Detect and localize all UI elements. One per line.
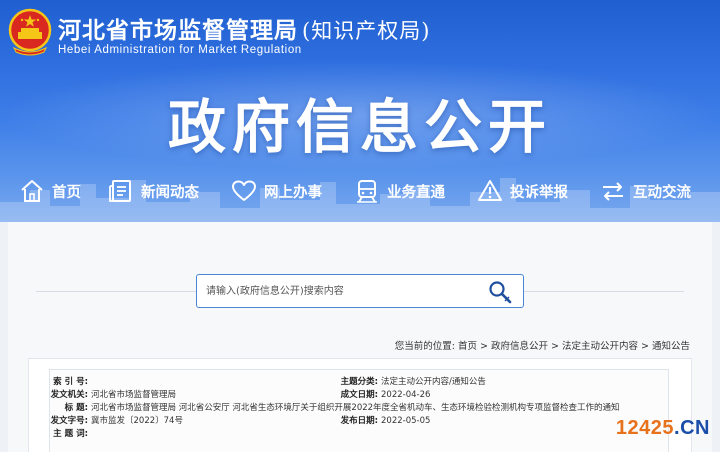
search-box <box>196 274 524 308</box>
nav-item-news[interactable]: 新闻动态 <box>107 176 199 206</box>
breadcrumb-prefix: 您当前的位置: <box>394 341 455 352</box>
nav-label-home: 首页 <box>52 184 81 201</box>
nav-item-business[interactable]: 业务直通 <box>353 176 445 206</box>
breadcrumb-item-notices[interactable]: 通知公告 <box>652 341 690 352</box>
breadcrumb-separator: > <box>476 341 491 352</box>
info-row-doc-number: 发文字号: 冀市监发〔2022〕74号 发布日期: 2022-05-05 <box>50 415 670 427</box>
nav-item-interaction[interactable]: 互动交流 <box>599 176 691 206</box>
search-input[interactable] <box>197 276 467 306</box>
info-row-keywords: 主 题 词: <box>50 428 670 440</box>
nav-label-business: 业务直通 <box>387 184 445 201</box>
content-area: 您当前的位置: 首页 > 政府信息公开 > 法定主动公开内容 > 通知公告 索 … <box>8 222 712 452</box>
nav-label-complaint: 投诉举报 <box>510 184 568 201</box>
site-title-english: Hebei Administration for Market Regulati… <box>58 44 302 56</box>
national-emblem-icon <box>8 8 52 56</box>
nav-item-complaint[interactable]: 投诉举报 <box>476 176 568 206</box>
nav-item-online-service[interactable]: 网上办事 <box>230 176 322 206</box>
search-divider-left <box>36 291 196 292</box>
warning-icon <box>478 180 502 201</box>
breadcrumb-item-info-disclosure[interactable]: 政府信息公开 <box>491 341 548 352</box>
breadcrumb: 您当前的位置: 首页 > 政府信息公开 > 法定主动公开内容 > 通知公告 <box>395 338 690 352</box>
home-icon <box>21 180 43 202</box>
breadcrumb-item-home[interactable]: 首页 <box>458 341 477 352</box>
info-row-issuer: 发文机关: 河北省市场监督管理局 成文日期: 2022-04-26 <box>50 389 670 401</box>
date-written-value: 2022-04-26 <box>381 390 431 400</box>
keywords-label: 主 题 词: <box>53 429 88 439</box>
banner-heading: 政府信息公开 <box>167 93 552 161</box>
issuer-value: 河北省市场监督管理局 <box>91 390 177 400</box>
header-banner: 河北省市场监督管理局 (知识产权局) Hebei Administration f… <box>0 0 720 222</box>
site-title-main: 河北省市场监督管理局 <box>58 18 298 44</box>
search-icon[interactable] <box>487 279 513 305</box>
publish-date-value: 2022-05-05 <box>381 416 431 426</box>
site-title-sub: (知识产权局) <box>302 19 431 43</box>
watermark-tld: CN <box>680 417 710 439</box>
document-info-panel: 索 引 号: 主题分类: 法定主动公开内容/通知公告 发文机关: 河北省市场监督管… <box>28 358 692 452</box>
title-value: 河北省市场监督管理局 河北省公安厅 河北省生态环境厅关于组织开展2022年度全省… <box>91 403 620 413</box>
main-nav: 首页 新闻动态 网上办事 业务直通 投诉举报 互动交流 <box>0 170 720 212</box>
site-watermark: 12425.CN <box>616 417 710 440</box>
category-label: 主题分类: <box>340 377 378 387</box>
news-icon <box>109 180 131 202</box>
category-value: 法定主动公开内容/通知公告 <box>381 377 486 387</box>
search-section <box>8 274 712 310</box>
search-divider-right <box>524 291 684 292</box>
exchange-icon <box>603 182 623 201</box>
document-info-table: 索 引 号: 主题分类: 法定主动公开内容/通知公告 发文机关: 河北省市场监督管… <box>49 369 669 452</box>
info-row-title: 标 题: 河北省市场监督管理局 河北省公安厅 河北省生态环境厅关于组织开展2022… <box>50 402 670 414</box>
breadcrumb-separator: > <box>547 341 562 352</box>
nav-item-home[interactable]: 首页 <box>18 176 81 206</box>
doc-number-value: 冀市监发〔2022〕74号 <box>91 416 183 426</box>
nav-label-news: 新闻动态 <box>141 184 199 201</box>
heart-icon <box>232 180 256 201</box>
doc-number-label: 发文字号: <box>50 416 88 426</box>
site-title: 河北省市场监督管理局 (知识产权局) <box>58 11 430 45</box>
issuer-label: 发文机关: <box>50 390 88 400</box>
watermark-number: 12425 <box>615 417 675 439</box>
nav-label-online-service: 网上办事 <box>264 184 322 201</box>
index-label: 索 引 号: <box>53 377 88 387</box>
nav-label-interaction: 互动交流 <box>633 184 691 201</box>
breadcrumb-separator: > <box>637 341 652 352</box>
date-written-label: 成文日期: <box>340 390 378 400</box>
publish-date-label: 发布日期: <box>340 416 378 426</box>
breadcrumb-item-statutory-content[interactable]: 法定主动公开内容 <box>562 341 638 352</box>
train-icon <box>357 180 377 203</box>
title-label: 标 题: <box>64 403 88 413</box>
info-row-index: 索 引 号: 主题分类: 法定主动公开内容/通知公告 <box>50 376 670 388</box>
